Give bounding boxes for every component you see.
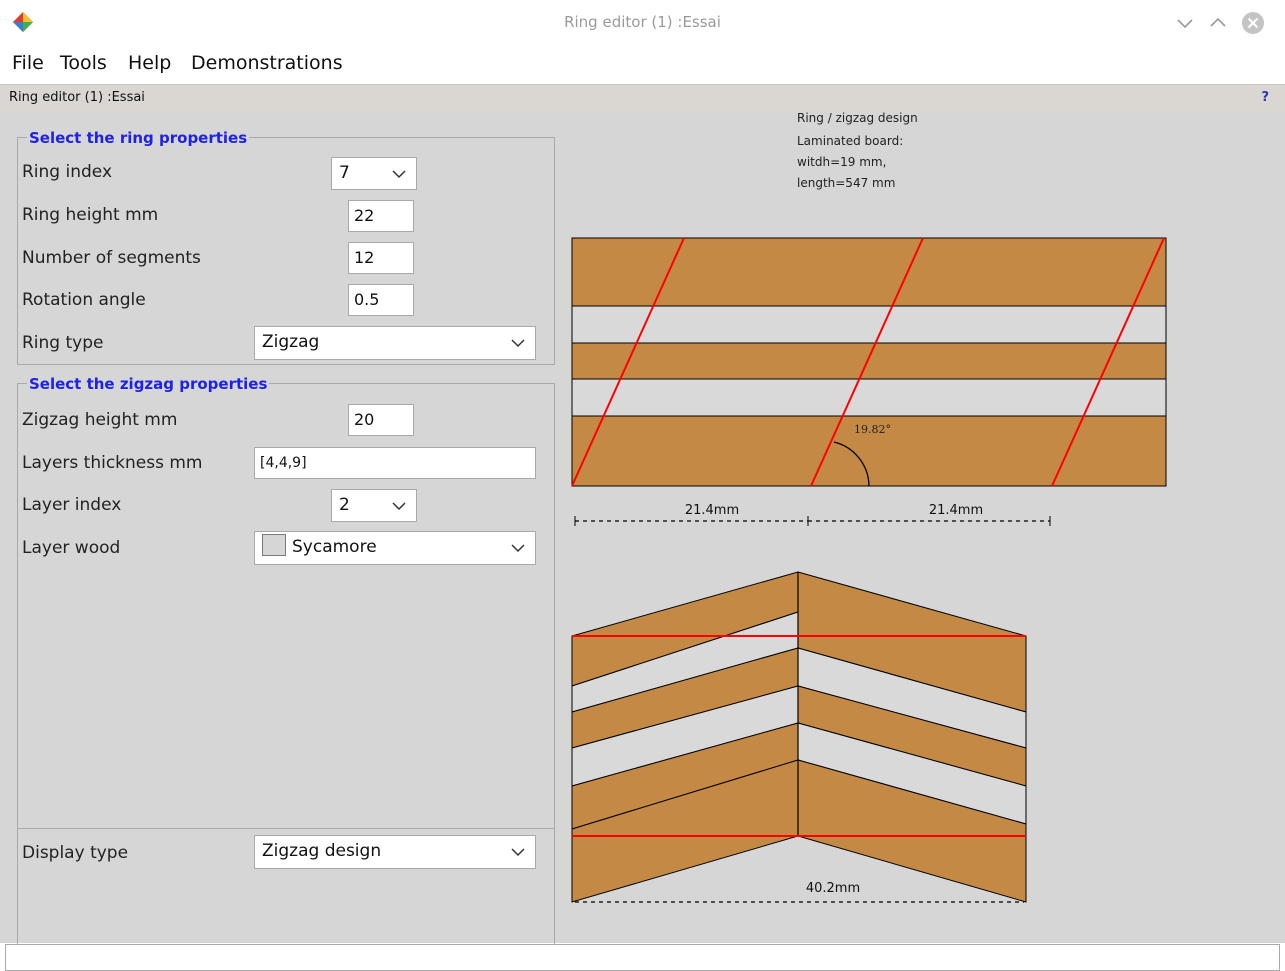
display-type-label: Display type — [22, 843, 129, 863]
chevron-down-icon — [392, 170, 406, 179]
rotation-angle-label: Rotation angle — [22, 290, 146, 310]
ring-index-select[interactable]: 7 — [331, 157, 417, 190]
zigzag-height-input[interactable]: 20 — [348, 404, 414, 436]
editor-header-title: Ring editor (1) :Essai — [9, 90, 145, 105]
ring-index-label: Ring index — [22, 162, 113, 182]
status-bar — [5, 944, 1280, 971]
layer-index-value: 2 — [339, 495, 350, 515]
ring-height-input[interactable]: 22 — [348, 200, 414, 232]
menu-help[interactable]: Help — [128, 52, 171, 74]
zigzag-properties-title: Select the zigzag properties — [27, 375, 270, 393]
dimension-bottom-label: 40.2mm — [806, 881, 860, 896]
dimension-left-label: 21.4mm — [685, 503, 739, 518]
ring-type-value: Zigzag — [262, 332, 320, 352]
context-help-button[interactable]: ? — [1261, 90, 1269, 105]
chevron-down-icon — [511, 339, 525, 348]
layers-thickness-input[interactable]: [4,4,9] — [254, 447, 536, 479]
ring-height-label: Ring height mm — [22, 205, 159, 225]
layer-wood-label: Layer wood — [22, 538, 121, 558]
ring-type-select[interactable]: Zigzag — [254, 326, 536, 360]
angle-label: 19.82° — [854, 423, 891, 436]
display-type-select[interactable]: Zigzag design — [254, 835, 536, 869]
menu-file[interactable]: File — [12, 52, 44, 74]
maximize-icon[interactable] — [1205, 10, 1231, 36]
wood-color-swatch — [262, 534, 286, 556]
menu-demonstrations[interactable]: Demonstrations — [191, 52, 343, 74]
editor-header-bar — [0, 84, 1285, 113]
ring-index-value: 7 — [339, 163, 350, 183]
chevron-down-icon — [392, 502, 406, 511]
minimize-icon[interactable] — [1172, 10, 1198, 36]
layer-index-select[interactable]: 2 — [331, 489, 417, 522]
window-title: Ring editor (1) :Essai — [564, 13, 721, 31]
zigzag-segment — [571, 571, 1027, 903]
chevron-down-icon — [511, 848, 525, 857]
layer-wood-value: Sycamore — [292, 537, 377, 557]
close-icon[interactable] — [1240, 10, 1266, 36]
laminated-board — [571, 237, 1167, 487]
ring-type-label: Ring type — [22, 333, 104, 353]
layer-wood-select[interactable]: Sycamore — [254, 531, 536, 565]
layers-thickness-label: Layers thickness mm — [22, 453, 203, 473]
segments-label: Number of segments — [22, 248, 201, 268]
segments-input[interactable]: 12 — [348, 242, 414, 274]
zigzag-height-label: Zigzag height mm — [22, 410, 178, 430]
layer-index-label: Layer index — [22, 495, 122, 515]
chevron-down-icon — [511, 544, 525, 553]
display-type-value: Zigzag design — [262, 841, 382, 861]
dimension-right-label: 21.4mm — [929, 503, 983, 518]
ring-properties-title: Select the ring properties — [27, 129, 250, 147]
menu-tools[interactable]: Tools — [60, 52, 107, 74]
zigzag-design-canvas: 19.82° 21.4mm 21.4mm 40.2mm — [571, 237, 1167, 903]
rotation-angle-input[interactable]: 0.5 — [348, 284, 414, 316]
